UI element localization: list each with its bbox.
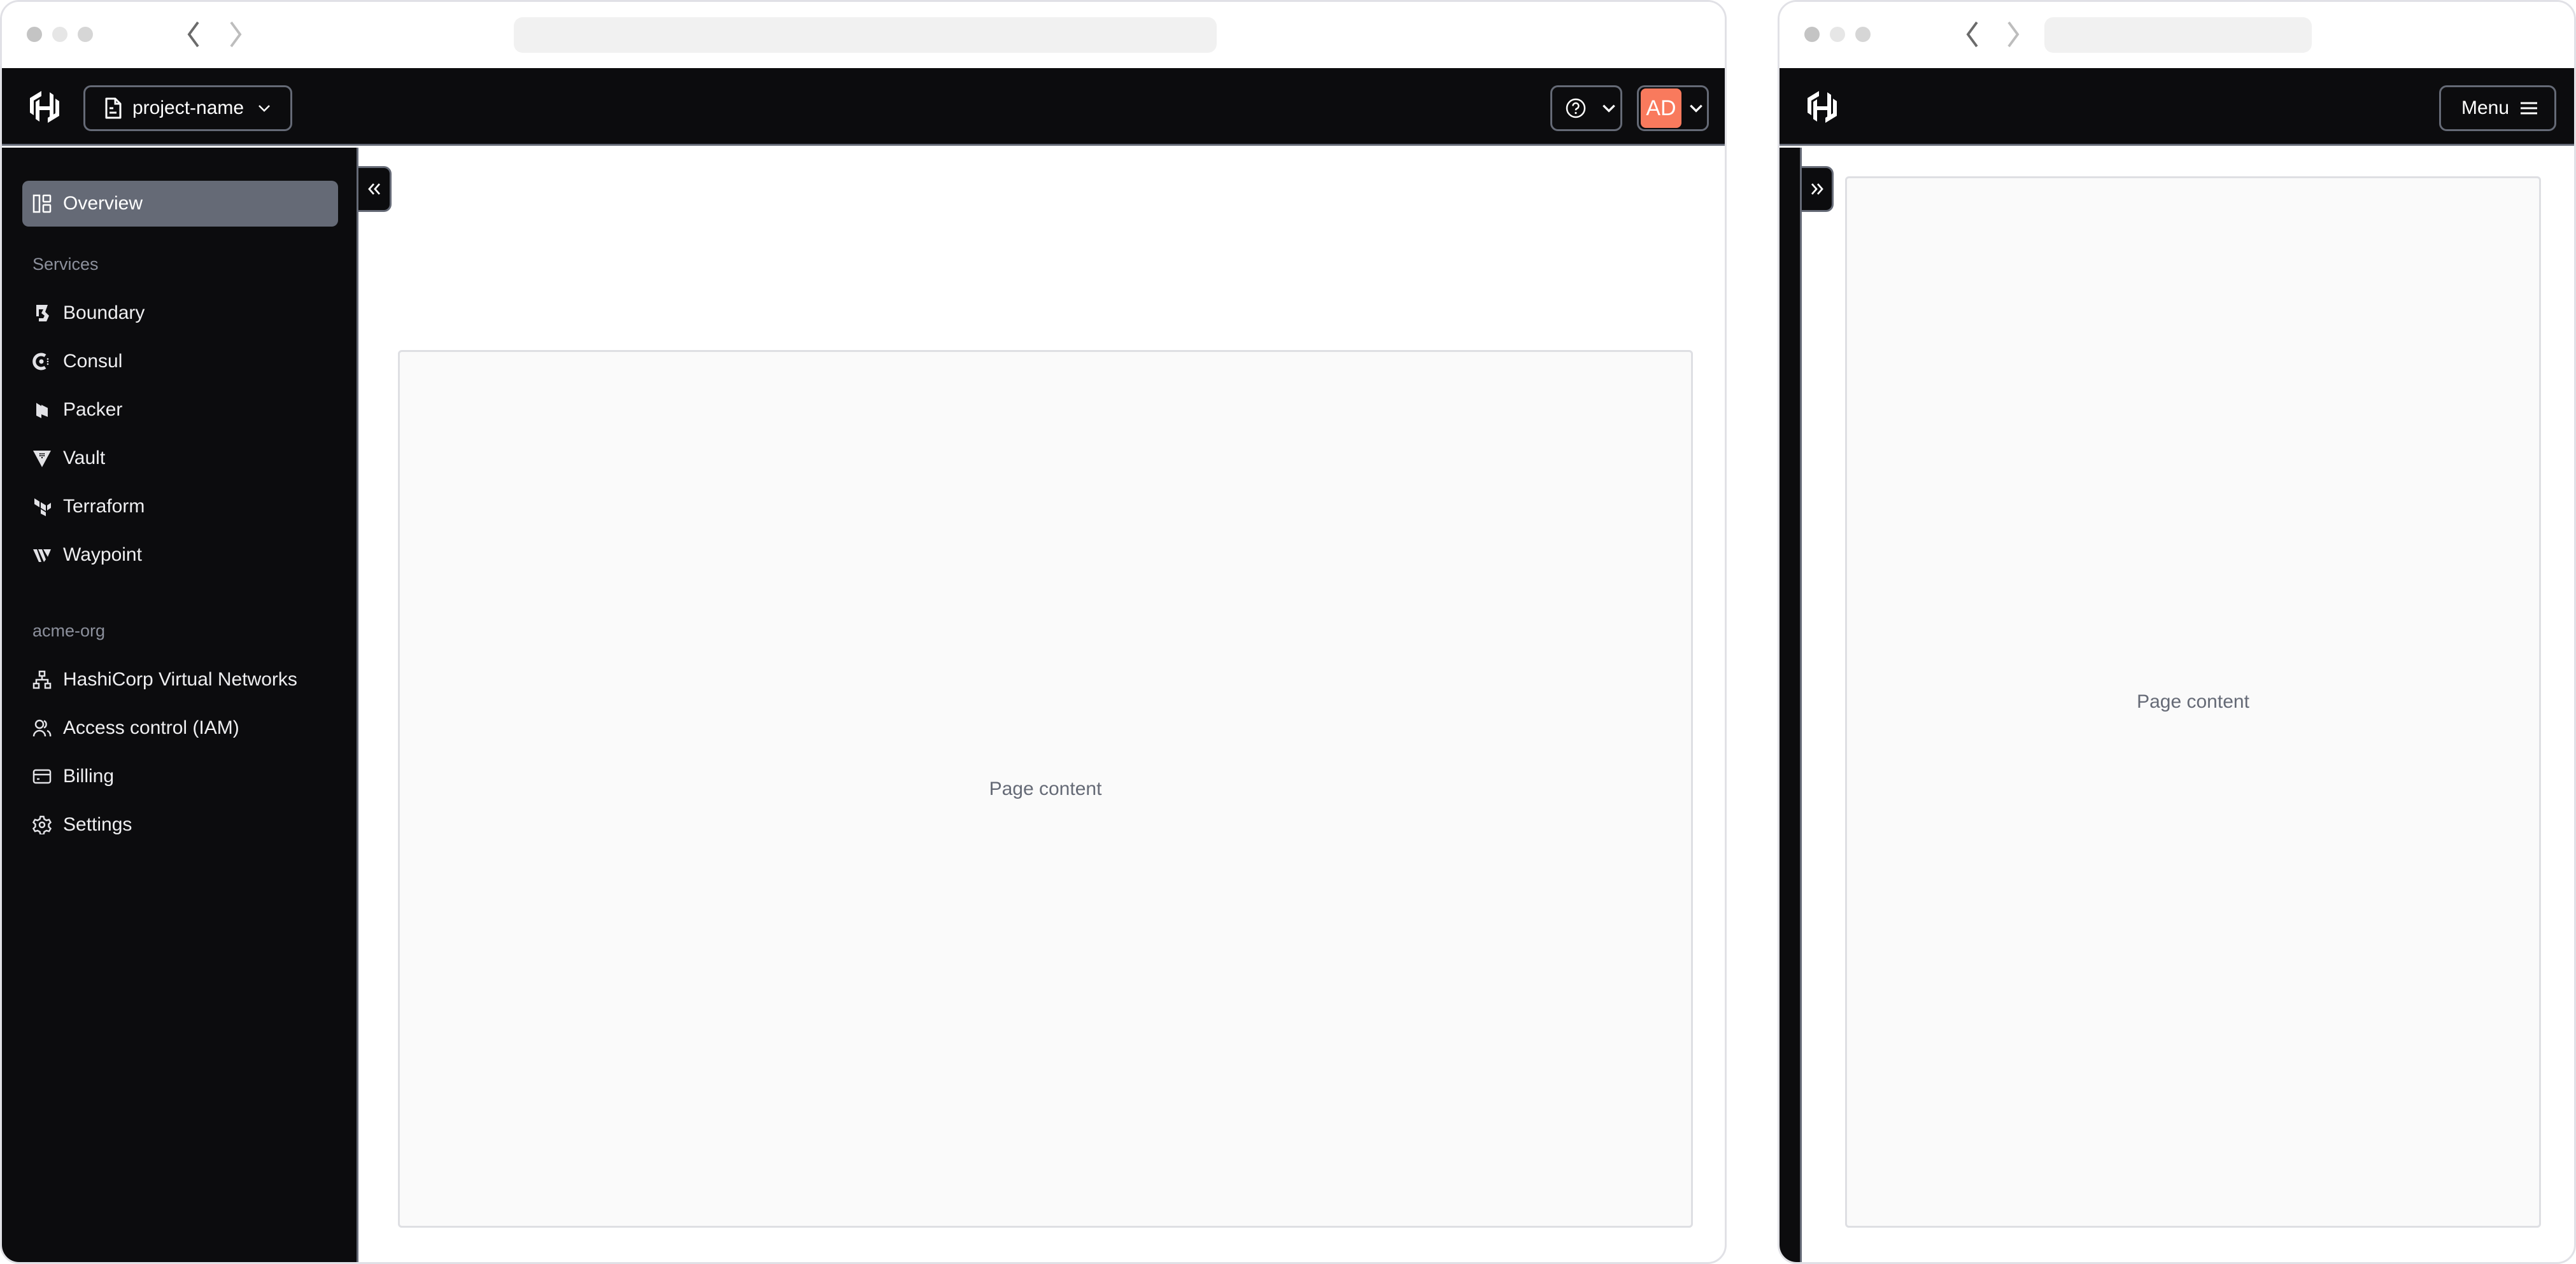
menu-label: Menu bbox=[2461, 97, 2510, 118]
app-header: Menu bbox=[1780, 68, 2574, 146]
sidebar-item-overview[interactable]: Overview bbox=[22, 181, 338, 227]
sidebar-item-boundary[interactable]: Boundary bbox=[22, 290, 338, 336]
avatar: AD bbox=[1641, 88, 1681, 128]
page-content-area: Page content bbox=[398, 350, 1693, 1228]
page-content-placeholder: Page content bbox=[989, 778, 1102, 799]
window-close-dot[interactable] bbox=[1804, 27, 1820, 42]
desktop-browser-window: project-name AD Overview Services Bounda… bbox=[0, 0, 1727, 1264]
browser-chrome bbox=[1780, 2, 2574, 68]
sidebar-item-iam[interactable]: Access control (IAM) bbox=[22, 705, 338, 751]
chevron-left-icon[interactable] bbox=[1963, 20, 1982, 49]
sidebar-item-consul[interactable]: Consul bbox=[22, 339, 338, 384]
hamburger-icon bbox=[2521, 102, 2538, 115]
project-name-label: project-name bbox=[132, 97, 244, 118]
sidebar-expand-button[interactable] bbox=[1802, 166, 1834, 212]
sidebar-item-label: Consul bbox=[63, 351, 123, 372]
app-header: project-name AD bbox=[2, 68, 1725, 146]
window-maximize-dot[interactable] bbox=[78, 27, 93, 42]
boundary-icon bbox=[32, 304, 52, 323]
sidebar-item-label: Waypoint bbox=[63, 544, 142, 565]
sidebar-item-vault[interactable]: Vault bbox=[22, 435, 338, 481]
vault-icon bbox=[32, 449, 52, 468]
sidebar-item-label: Packer bbox=[63, 399, 123, 420]
gear-icon bbox=[32, 815, 52, 836]
sidebar-item-hvn[interactable]: HashiCorp Virtual Networks bbox=[22, 657, 338, 703]
sidebar-item-label: Overview bbox=[63, 193, 143, 214]
chevrons-right-icon bbox=[1811, 183, 1823, 195]
chevron-down-icon bbox=[1603, 104, 1615, 113]
sidebar-item-terraform[interactable]: Terraform bbox=[22, 484, 338, 530]
page-content-placeholder: Page content bbox=[2137, 691, 2249, 712]
help-circle-icon bbox=[1566, 98, 1586, 118]
chevron-down-icon bbox=[258, 105, 270, 112]
mobile-browser-window: Menu Page content bbox=[1778, 0, 2576, 1264]
hashicorp-logo-icon[interactable] bbox=[29, 90, 60, 124]
sidebar-item-label: Terraform bbox=[63, 496, 145, 517]
help-menu-button[interactable] bbox=[1550, 85, 1622, 131]
project-selector-button[interactable]: project-name bbox=[83, 85, 292, 131]
consul-icon bbox=[32, 352, 52, 371]
page-content-area: Page content bbox=[1845, 176, 2541, 1228]
users-icon bbox=[32, 719, 52, 738]
chevron-right-icon[interactable] bbox=[226, 20, 245, 49]
sidebar-item-packer[interactable]: Packer bbox=[22, 387, 338, 433]
sidebar-item-settings[interactable]: Settings bbox=[22, 802, 338, 848]
window-minimize-dot[interactable] bbox=[52, 27, 67, 42]
sidebar-collapse-button[interactable] bbox=[358, 166, 392, 212]
packer-icon bbox=[32, 400, 52, 419]
address-bar[interactable] bbox=[2044, 17, 2312, 53]
user-menu-button[interactable]: AD bbox=[1637, 85, 1709, 131]
section-title-org: acme-org bbox=[32, 621, 106, 640]
menu-button[interactable]: Menu bbox=[2439, 85, 2556, 131]
chevron-down-icon bbox=[1690, 104, 1702, 113]
network-icon bbox=[32, 670, 52, 689]
waypoint-icon bbox=[32, 545, 52, 565]
chevron-left-icon[interactable] bbox=[184, 20, 203, 49]
file-text-icon bbox=[105, 97, 122, 119]
sidebar-item-label: Billing bbox=[63, 766, 115, 787]
sidebar-item-label: Boundary bbox=[63, 302, 145, 323]
section-title-services: Services bbox=[32, 255, 99, 274]
window-close-dot[interactable] bbox=[27, 27, 42, 42]
sidebar-item-label: HashiCorp Virtual Networks bbox=[63, 669, 297, 690]
window-maximize-dot[interactable] bbox=[1855, 27, 1871, 42]
sidebar-item-label: Access control (IAM) bbox=[63, 717, 239, 738]
chevrons-left-icon bbox=[367, 183, 380, 195]
sidebar-item-billing[interactable]: Billing bbox=[22, 754, 338, 799]
sidebar: Overview Services Boundary Consul Packer bbox=[2, 148, 358, 1262]
sidebar-item-label: Vault bbox=[63, 447, 106, 468]
credit-card-icon bbox=[32, 767, 52, 786]
address-bar[interactable] bbox=[514, 17, 1217, 53]
hashicorp-logo-icon[interactable] bbox=[1806, 90, 1838, 124]
chevron-right-icon[interactable] bbox=[2004, 20, 2023, 49]
sidebar-item-waypoint[interactable]: Waypoint bbox=[22, 532, 338, 578]
collapsed-sidebar bbox=[1780, 148, 1802, 1262]
dashboard-icon bbox=[32, 194, 52, 213]
window-minimize-dot[interactable] bbox=[1830, 27, 1845, 42]
sidebar-item-label: Settings bbox=[63, 814, 132, 835]
browser-chrome bbox=[2, 2, 1725, 68]
terraform-icon bbox=[32, 497, 52, 516]
